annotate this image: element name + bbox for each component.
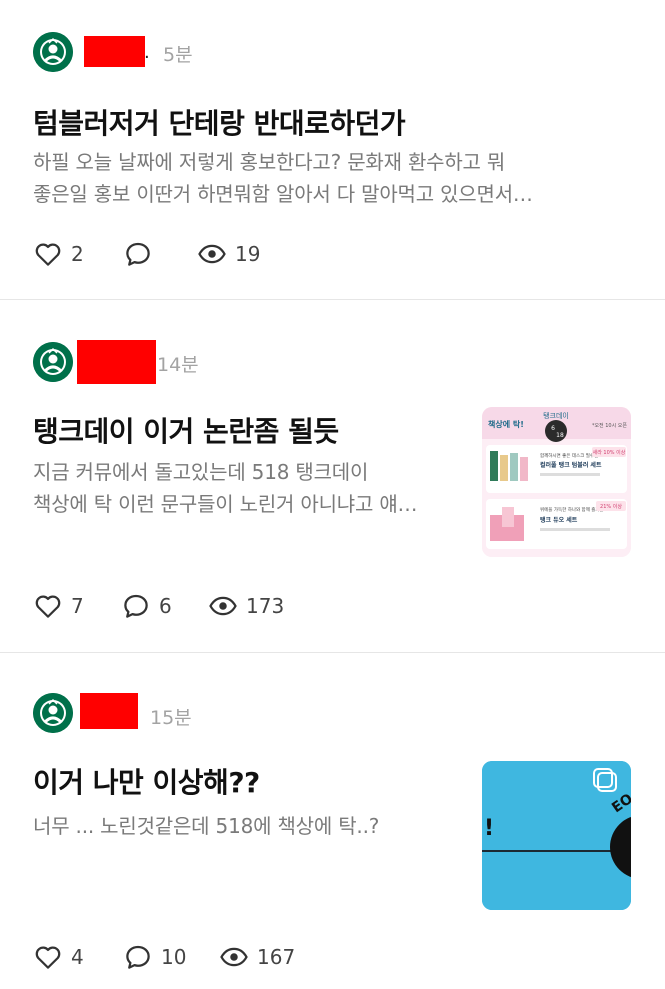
- eye-icon: [198, 244, 226, 264]
- like-button[interactable]: 7: [33, 589, 84, 623]
- comment-icon: [124, 594, 148, 618]
- avatar[interactable]: [33, 32, 73, 72]
- separator-dot: .: [144, 42, 150, 63]
- like-count: 2: [71, 242, 84, 266]
- badge-bottom: 18: [556, 432, 564, 439]
- post-stats: 4 10 167: [33, 940, 333, 974]
- comment-button[interactable]: 10: [123, 940, 186, 974]
- starbucks-logo-icon: [33, 342, 73, 382]
- thumb-header-left: 책상에 탁!: [488, 419, 524, 429]
- redacted-username: [84, 36, 145, 67]
- item1-title: 컬러풀 탱크 텀블러 세트: [540, 461, 602, 469]
- post-body[interactable]: 하필 오늘 날짜에 저렇게 홍보한다고? 문화재 환수하고 뭐 좋은일 홍보 이…: [33, 146, 533, 210]
- post-body-line: 책상에 탁 이런 문구들이 노린거 아니냐고 얘…: [33, 492, 418, 516]
- post-stats: 2 19: [33, 237, 333, 271]
- post-body-line: 하필 오늘 날짜에 저렇게 홍보한다고? 문화재 환수하고 뭐: [33, 150, 506, 174]
- eye-icon: [220, 947, 248, 967]
- avatar[interactable]: [33, 693, 73, 733]
- post-time: 15분: [150, 707, 192, 729]
- post-title[interactable]: 이거 나만 이상해??: [33, 761, 260, 801]
- post-time: 5분: [163, 44, 193, 66]
- post-body[interactable]: 지금 커뮤에서 돌고있는데 518 탱크데이 책상에 탁 이런 문구들이 노린거…: [33, 456, 418, 520]
- heart-icon: [35, 243, 61, 266]
- thumb-exclaim: !: [484, 816, 494, 841]
- post-thumbnail[interactable]: ! EO: [482, 761, 631, 910]
- post-body[interactable]: 너무 ... 노린것같은데 518에 책상에 탁..?: [33, 810, 379, 842]
- post-2[interactable]: 14분 탱크데이 이거 논란좀 될듯 지금 커뮤에서 돌고있는데 518 탱크데…: [0, 300, 665, 652]
- post-title[interactable]: 텀블러저거 단테랑 반대로하던가: [33, 102, 406, 142]
- heart-icon: [35, 946, 61, 969]
- post-thumbnail[interactable]: 책상에 탁! 탱크데이 6 18 *오전 10시 오픈 함께하시면 좋은 데스크…: [482, 407, 631, 557]
- views: 167: [219, 940, 295, 974]
- starbucks-logo-icon: [33, 32, 73, 72]
- comment-button[interactable]: [123, 237, 161, 271]
- post-time: 14분: [157, 354, 199, 376]
- comment-button[interactable]: 6: [121, 589, 172, 623]
- redacted-username: [80, 693, 138, 729]
- tank-day-promo-image: 책상에 탁! 탱크데이 6 18 *오전 10시 오픈 함께하시면 좋은 데스크…: [482, 407, 631, 557]
- like-count: 4: [71, 945, 84, 969]
- post-title[interactable]: 탱크데이 이거 논란좀 될듯: [33, 410, 339, 450]
- avatar[interactable]: [33, 342, 73, 382]
- view-count: 19: [235, 242, 261, 266]
- item2-sub: 위에을 가득한 하나와 함께 즐기는: [540, 506, 604, 513]
- tank-tumbler-closeup-image: ! EO: [482, 761, 631, 910]
- like-button[interactable]: 4: [33, 940, 84, 974]
- comment-icon: [126, 242, 150, 266]
- views: 173: [208, 589, 284, 623]
- post-body-line: 너무 ... 노린것같은데 518에 책상에 탁..?: [33, 814, 380, 838]
- heart-icon: [35, 595, 61, 618]
- item1-sub: 함께하시면 좋은 데스크 필수템: [540, 452, 598, 459]
- view-count: 173: [246, 594, 285, 618]
- thumb-header-center: 탱크데이: [543, 411, 569, 420]
- like-button[interactable]: 2: [33, 237, 84, 271]
- thumb-header-right: *오전 10시 오픈: [592, 422, 627, 429]
- post-1[interactable]: . 5분 텀블러저거 단테랑 반대로하던가 하필 오늘 날짜에 저렇게 홍보한다…: [0, 0, 665, 299]
- like-count: 7: [71, 594, 84, 618]
- item2-tag: 21% 이상: [600, 503, 622, 510]
- post-stats: 7 6 173: [33, 589, 333, 623]
- view-count: 167: [257, 945, 296, 969]
- item2-title: 탱크 듀오 세트: [540, 516, 578, 524]
- comment-count: 6: [159, 594, 172, 618]
- views: 19: [197, 237, 260, 271]
- post-body-line: 지금 커뮤에서 돌고있는데 518 탱크데이: [33, 460, 369, 484]
- comment-icon: [126, 945, 150, 969]
- eye-icon: [209, 596, 237, 616]
- redacted-username: [77, 340, 156, 384]
- post-3[interactable]: 15분 이거 나만 이상해?? 너무 ... 노린것같은데 518에 책상에 탁…: [0, 653, 665, 989]
- post-body-line: 좋은일 홍보 이딴거 하면뭐함 알아서 다 말아먹고 있으면서…: [33, 182, 533, 206]
- starbucks-logo-icon: [33, 693, 73, 733]
- item1-tag: 새라 10% 이상: [593, 449, 626, 456]
- badge-top: 6: [551, 425, 555, 432]
- comment-count: 10: [161, 945, 187, 969]
